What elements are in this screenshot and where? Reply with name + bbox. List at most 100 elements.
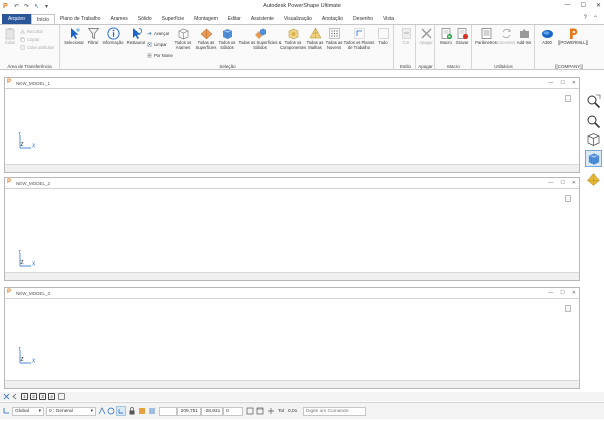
material-button[interactable]: [585, 171, 602, 188]
minimize-button[interactable]: —: [565, 2, 571, 9]
paste-label: Colar: [4, 40, 15, 45]
delete-button[interactable]: Apagar: [419, 27, 433, 46]
tab-montagem[interactable]: Montagem: [189, 14, 223, 24]
paste-attributes-icon: [20, 44, 25, 49]
coordinate-y-field[interactable]: -28,931: [201, 407, 223, 416]
help-icon[interactable]: ?: [584, 15, 587, 22]
workplane-list-icon[interactable]: [148, 407, 156, 415]
page-tab-4[interactable]: 4: [48, 393, 55, 400]
all-solids-button[interactable]: Todos os Sólidos: [217, 27, 237, 51]
by-name-button[interactable]: Por Nome: [147, 52, 173, 58]
minimize-button[interactable]: —: [548, 290, 553, 296]
model-viewport[interactable]: Y X Z: [5, 190, 579, 280]
ruler-icon[interactable]: [256, 407, 264, 415]
maximize-button[interactable]: ☐: [581, 2, 586, 9]
close-button[interactable]: ✕: [572, 290, 576, 296]
paste-button[interactable]: Colar: [3, 27, 17, 46]
maximize-button[interactable]: ☐: [560, 180, 564, 186]
tab-arquivo[interactable]: Arquivo: [2, 14, 31, 24]
group-label-selection: Seleção: [219, 64, 236, 69]
model-window-2[interactable]: P NEW_MODEL_2 — ☐ ✕ Y X Z: [4, 177, 580, 281]
workplane-axis-icon[interactable]: [3, 407, 10, 414]
pick-point-icon[interactable]: [98, 407, 106, 415]
page-tab-3[interactable]: 3: [39, 393, 46, 400]
model-window-3[interactable]: P NEW_MODEL_3 — ☐ ✕ Y X Z: [4, 287, 580, 389]
tabs-right-controls: ? ⌃: [584, 15, 598, 22]
grid-toggle-icon[interactable]: [116, 406, 126, 416]
model-viewport[interactable]: Y X Z: [5, 90, 579, 172]
filter-button[interactable]: Filtrar: [86, 27, 100, 46]
snap-icon[interactable]: [107, 407, 115, 415]
collapse-ribbon-icon[interactable]: ⌃: [593, 15, 598, 22]
clear-button[interactable]: Limpar: [147, 41, 167, 47]
tab-desenho[interactable]: Desenho: [348, 14, 378, 24]
minimize-button[interactable]: —: [548, 80, 553, 86]
command-input[interactable]: [303, 407, 366, 416]
all-wires-button[interactable]: Todos os Arames: [172, 27, 194, 51]
coordinate-blank-field[interactable]: [159, 407, 177, 416]
layers-icon[interactable]: [138, 407, 146, 415]
level-dropdown[interactable]: 0 : General ▾: [46, 407, 96, 416]
record-button[interactable]: Gravar: [454, 27, 470, 46]
minimize-button[interactable]: —: [548, 180, 553, 186]
page-nav-button[interactable]: [58, 393, 65, 400]
coordinate-z-field[interactable]: 0: [223, 407, 243, 416]
arrow-left-icon[interactable]: [11, 393, 18, 400]
all-workplanes-button[interactable]: Todos os Planos de Trabalho: [343, 27, 375, 51]
tab-editar[interactable]: Editar: [223, 14, 246, 24]
paste-attributes-label: Colar atributos: [27, 44, 55, 50]
group-label-utilities: Utilitários: [494, 64, 513, 69]
measure-icon[interactable]: [246, 407, 254, 415]
zoom-button[interactable]: [585, 113, 602, 130]
tab-plano-de-trabalho[interactable]: Plano de Trabalho: [55, 14, 106, 24]
all-surfaces-button[interactable]: Todas as Superfícies: [195, 27, 217, 51]
macro-button[interactable]: Macro: [438, 27, 454, 46]
addins-button[interactable]: Add-Ins: [516, 27, 532, 46]
powermill-button[interactable]: [[POWERMILL]]: [558, 27, 588, 46]
tolerance-value[interactable]: 0,01: [288, 409, 297, 414]
tab-superficie[interactable]: Superfície: [157, 14, 190, 24]
color-button[interactable]: Cor: [399, 27, 413, 46]
page-tab-2[interactable]: 2: [30, 393, 37, 400]
select-button[interactable]: Selecionar: [64, 27, 84, 46]
tab-visualizacao[interactable]: Visualização: [279, 14, 317, 24]
view-cube-button[interactable]: [585, 131, 602, 148]
cut-button[interactable]: Recortar: [20, 28, 43, 34]
restore-button[interactable]: Restaurar: [126, 27, 146, 46]
model-window-name: NEW_MODEL_2: [16, 181, 51, 186]
close-button[interactable]: ✕: [572, 80, 576, 86]
page-tab-1[interactable]: 1: [21, 393, 28, 400]
tab-solido[interactable]: Sólido: [133, 14, 157, 24]
all-components-button[interactable]: Todos os Componentes: [280, 27, 306, 51]
all-clouds-button[interactable]: Todas as Nuvens: [325, 27, 343, 51]
shaded-view-button[interactable]: [585, 150, 602, 167]
lock-icon[interactable]: [128, 407, 136, 415]
tab-inicio[interactable]: Início: [30, 14, 55, 24]
model-window-1[interactable]: P NEW_MODEL_1 — ☐ ✕ Y X Z: [4, 77, 580, 173]
model-viewport[interactable]: Y X Z: [5, 300, 579, 388]
color-icon: [401, 28, 411, 39]
tab-vista[interactable]: Vista: [378, 14, 399, 24]
close-button[interactable]: ✕: [572, 180, 576, 186]
paste-attributes-button[interactable]: Colar atributos: [20, 44, 54, 50]
advance-button[interactable]: Avançar: [147, 30, 169, 36]
information-button[interactable]: Informação: [102, 27, 124, 46]
all-meshes-button[interactable]: Todas as Malhas: [305, 27, 325, 51]
tab-assistente[interactable]: Assistente: [246, 14, 279, 24]
convert-button[interactable]: Converter: [497, 27, 515, 46]
tab-anotacao[interactable]: Anotação: [317, 14, 348, 24]
select-all-button[interactable]: Tudo: [375, 27, 391, 46]
workspace-dropdown[interactable]: Global ▾: [12, 407, 44, 416]
maximize-button[interactable]: ☐: [560, 290, 564, 296]
select-arrow-icon: [70, 28, 80, 39]
zoom-fit-button[interactable]: [585, 93, 602, 110]
tab-arames[interactable]: Arames: [106, 14, 133, 24]
close-button[interactable]: ✕: [596, 2, 601, 9]
parameters-button[interactable]: Parâmetros: [475, 27, 497, 46]
close-x-icon[interactable]: [3, 393, 10, 400]
coordinate-x-field[interactable]: 209,751: [177, 407, 201, 416]
all-surfaces-solids-button[interactable]: Todas as Superfícies & Sólidos: [238, 27, 282, 51]
a360-button[interactable]: A360: [540, 27, 554, 46]
maximize-button[interactable]: ☐: [560, 80, 564, 86]
copy-button[interactable]: Copiar: [20, 36, 39, 42]
